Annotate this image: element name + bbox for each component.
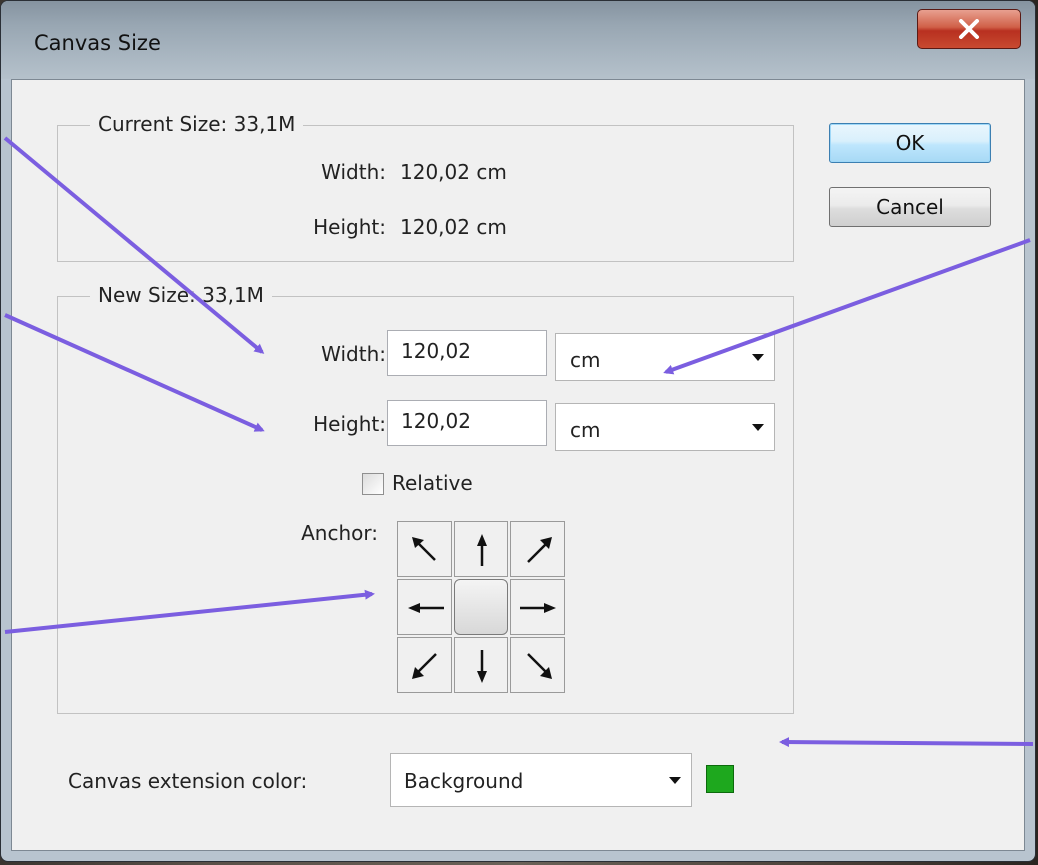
dialog-title: Canvas Size [34,31,161,55]
arrow-down-left-icon [412,653,437,679]
extension-color-swatch[interactable] [706,765,734,793]
cancel-button[interactable]: Cancel [829,187,991,227]
arrow-up-right-icon [527,537,552,563]
height-input[interactable]: 120,02 [387,400,547,446]
close-button[interactable] [917,9,1021,49]
new-height-label: Height: [313,412,386,436]
anchor-grid [397,521,565,693]
title-bar[interactable]: Canvas Size [1,1,1035,79]
current-height-value: 120,02 cm [400,215,507,239]
width-input[interactable]: 120,02 [387,330,547,376]
anchor-center[interactable] [454,579,508,635]
width-unit-select[interactable]: cm [555,333,775,381]
extension-color-label: Canvas extension color: [68,769,308,793]
current-size-group: Current Size: 33,1M [57,112,794,262]
current-width-label: Width: [321,160,386,184]
dialog-client-area: Current Size: 33,1M Width: 120,02 cm Hei… [11,79,1025,851]
height-unit-select[interactable]: cm [555,403,775,451]
ok-button[interactable]: OK [829,123,991,163]
chevron-down-icon [669,777,681,784]
new-width-label: Width: [321,342,386,366]
height-unit-value: cm [570,418,601,442]
chevron-down-icon [752,354,764,361]
arrow-up-icon [477,534,487,566]
chevron-down-icon [752,424,764,431]
anchor-top[interactable] [454,521,508,577]
new-size-legend: New Size: 33,1M [90,283,272,307]
canvas-size-dialog: Canvas Size Current Size: 33,1M Width: 1… [0,0,1036,862]
arrow-down-icon [477,650,487,683]
extension-color-select[interactable]: Background [390,753,692,807]
arrow-up-left-icon [412,537,436,561]
anchor-right[interactable] [510,579,565,635]
anchor-label: Anchor: [301,521,378,545]
anchor-bottom-left[interactable] [397,637,452,693]
close-icon [959,19,979,39]
arrow-right-icon [520,603,556,613]
anchor-bottom-right[interactable] [510,637,565,693]
current-height-label: Height: [313,215,386,239]
anchor-top-left[interactable] [397,521,452,577]
relative-label[interactable]: Relative [392,471,473,495]
width-unit-value: cm [570,348,601,372]
current-width-value: 120,02 cm [400,160,507,184]
arrow-left-icon [408,603,444,613]
relative-checkbox[interactable] [362,473,384,495]
arrow-down-right-icon [527,653,552,679]
anchor-top-right[interactable] [510,521,565,577]
current-size-legend: Current Size: 33,1M [90,112,304,136]
extension-color-value: Background [404,769,524,793]
anchor-bottom[interactable] [454,637,508,693]
anchor-left[interactable] [397,579,452,635]
